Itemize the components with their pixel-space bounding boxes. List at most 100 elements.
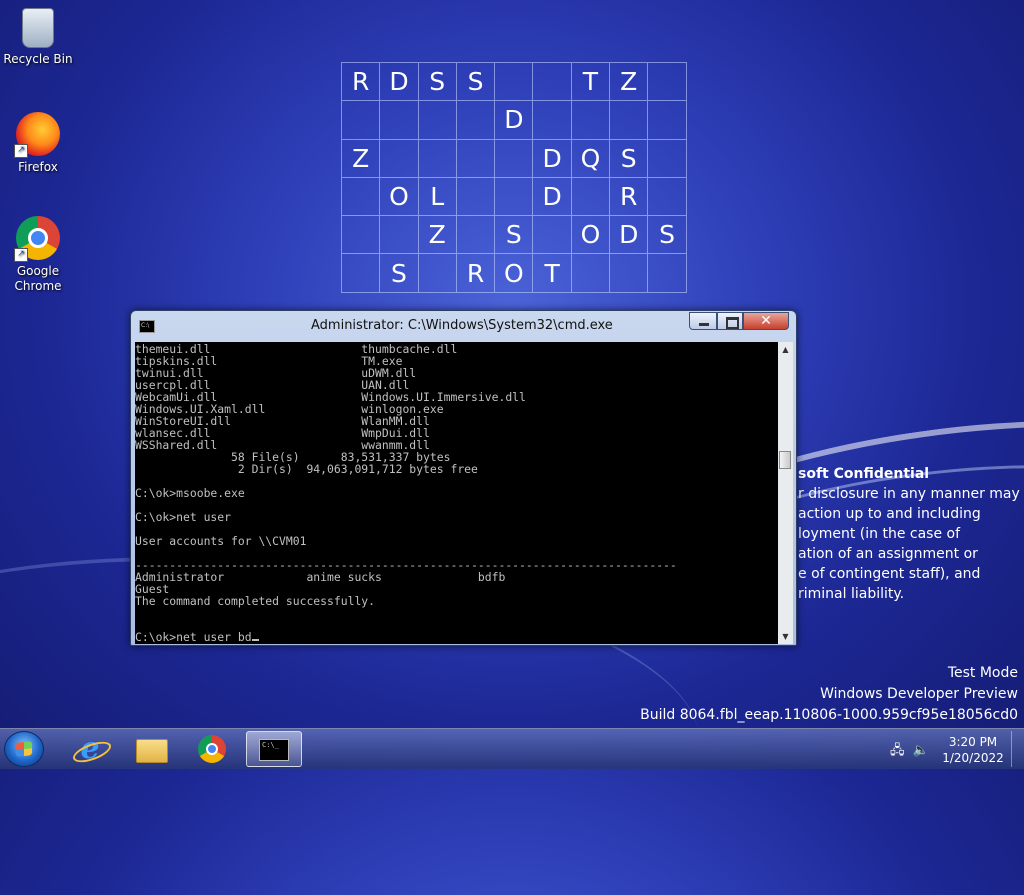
desktop-icon-recycle-bin[interactable]: Recycle Bin <box>0 8 76 67</box>
taskbar-internet-explorer[interactable]: e <box>62 731 118 767</box>
close-button[interactable]: ✕ <box>743 312 789 330</box>
grid-cell <box>571 101 611 140</box>
shortcut-arrow-icon: ↗ <box>14 248 28 262</box>
grid-cell <box>610 101 649 140</box>
chrome-icon: ↗ <box>14 216 60 262</box>
grid-cell <box>571 177 611 217</box>
grid-cell <box>495 177 534 217</box>
grid-cell: D <box>610 216 649 255</box>
grid-cell <box>418 139 457 178</box>
grid-cell <box>495 139 534 178</box>
grid-cell <box>380 139 419 178</box>
grid-cell <box>342 177 381 217</box>
show-desktop-button[interactable] <box>1011 731 1024 767</box>
grid-cell: Z <box>610 63 649 102</box>
grid-cell <box>533 63 572 102</box>
scroll-down-icon[interactable]: ▼ <box>778 629 793 644</box>
grid-cell <box>648 63 687 102</box>
taskbar-chrome[interactable] <box>184 731 240 767</box>
grid-cell <box>456 216 496 255</box>
letter-grid: RDSSTZDZDQSOLDRZSODSSROT <box>341 62 687 293</box>
grid-cell: S <box>456 63 496 102</box>
grid-cell: Z <box>418 216 457 255</box>
cmd-window[interactable]: C:\ Administrator: C:\Windows\System32\c… <box>130 310 797 646</box>
desktop-icon-firefox[interactable]: ↗ Firefox <box>0 112 76 175</box>
watermark-line: riminal liability. <box>798 586 905 602</box>
minimize-icon <box>699 323 709 326</box>
maximize-icon <box>726 317 739 329</box>
grid-cell: T <box>533 254 572 293</box>
build-test-mode: Test Mode <box>947 665 1018 681</box>
window-title: Administrator: C:\Windows\System32\cmd.e… <box>311 318 613 333</box>
grid-cell <box>380 216 419 255</box>
grid-cell <box>610 254 649 293</box>
maximize-button[interactable] <box>717 312 743 330</box>
internet-explorer-icon: e <box>80 731 100 766</box>
grid-cell: Z <box>342 139 381 178</box>
watermark-line: ation of an assignment or <box>798 546 978 562</box>
grid-cell <box>342 216 381 255</box>
volume-icon[interactable]: 🔈 <box>913 743 929 758</box>
grid-cell: O <box>495 254 534 293</box>
desktop-icon-label: Firefox <box>18 160 58 174</box>
watermark-line: e of contingent staff), and <box>798 566 981 582</box>
grid-cell: S <box>418 63 457 102</box>
grid-cell <box>342 254 381 293</box>
grid-cell <box>571 254 611 293</box>
console-output[interactable]: themeui.dll thumbcache.dll tipskins.dll … <box>135 342 778 644</box>
grid-cell <box>418 254 457 293</box>
windows-logo-icon <box>16 741 32 757</box>
cmd-icon[interactable]: C:\ <box>139 320 155 333</box>
watermark-line: action up to and including <box>798 506 981 522</box>
grid-cell: D <box>533 139 572 178</box>
desktop-icon-chrome[interactable]: ↗ Google Chrome <box>0 216 76 294</box>
taskbar-clock[interactable]: 3:20 PM 1/20/2022 <box>940 734 1006 766</box>
taskbar-file-explorer[interactable] <box>122 731 178 767</box>
build-info: Test Mode Windows Developer Preview Buil… <box>640 663 1018 726</box>
grid-cell: L <box>418 177 457 217</box>
window-titlebar[interactable]: C:\ Administrator: C:\Windows\System32\c… <box>131 311 796 341</box>
start-button[interactable] <box>4 731 44 767</box>
grid-cell: R <box>610 177 649 217</box>
close-icon: ✕ <box>760 313 772 329</box>
grid-cell <box>456 101 496 140</box>
desktop-icon-label: Google Chrome <box>14 264 62 293</box>
taskbar: e 🖧 🔈 3:20 PM 1/20/2022 <box>0 728 1024 769</box>
grid-cell <box>648 254 687 293</box>
scroll-up-icon[interactable]: ▲ <box>778 342 793 357</box>
watermark-title: soft Confidential <box>798 466 930 482</box>
grid-cell: R <box>342 63 381 102</box>
grid-cell <box>380 101 419 140</box>
grid-cell: Q <box>571 139 611 178</box>
clock-date: 1/20/2022 <box>942 751 1004 765</box>
grid-cell <box>648 101 687 140</box>
grid-cell <box>533 216 572 255</box>
grid-cell <box>456 177 496 217</box>
scroll-thumb[interactable] <box>779 451 791 469</box>
grid-cell <box>648 139 687 178</box>
watermark-line: r disclosure in any manner may <box>798 486 1020 502</box>
watermark-line: loyment (in the case of <box>798 526 961 542</box>
grid-cell: S <box>380 254 419 293</box>
grid-cell: D <box>495 101 534 140</box>
grid-cell <box>495 63 534 102</box>
grid-cell: S <box>610 139 649 178</box>
grid-cell: R <box>456 254 496 293</box>
firefox-icon: ↗ <box>14 112 60 158</box>
grid-cell: O <box>380 177 419 217</box>
grid-cell: D <box>533 177 572 217</box>
minimize-button[interactable] <box>689 312 717 330</box>
vertical-scrollbar[interactable]: ▲ ▼ <box>778 342 793 644</box>
build-number: Build 8064.fbl_eeap.110806-1000.959cf95e… <box>640 707 1018 723</box>
console-text: themeui.dll thumbcache.dll tipskins.dll … <box>135 342 677 644</box>
grid-cell: S <box>648 216 687 255</box>
shortcut-arrow-icon: ↗ <box>14 144 28 158</box>
grid-cell: O <box>571 216 611 255</box>
clock-time: 3:20 PM <box>948 735 998 749</box>
grid-cell <box>456 139 496 178</box>
console-cursor <box>251 639 259 641</box>
network-icon[interactable]: 🖧 <box>890 743 905 758</box>
taskbar-command-prompt[interactable] <box>246 731 302 767</box>
build-edition: Windows Developer Preview <box>820 686 1018 702</box>
grid-cell: D <box>380 63 419 102</box>
